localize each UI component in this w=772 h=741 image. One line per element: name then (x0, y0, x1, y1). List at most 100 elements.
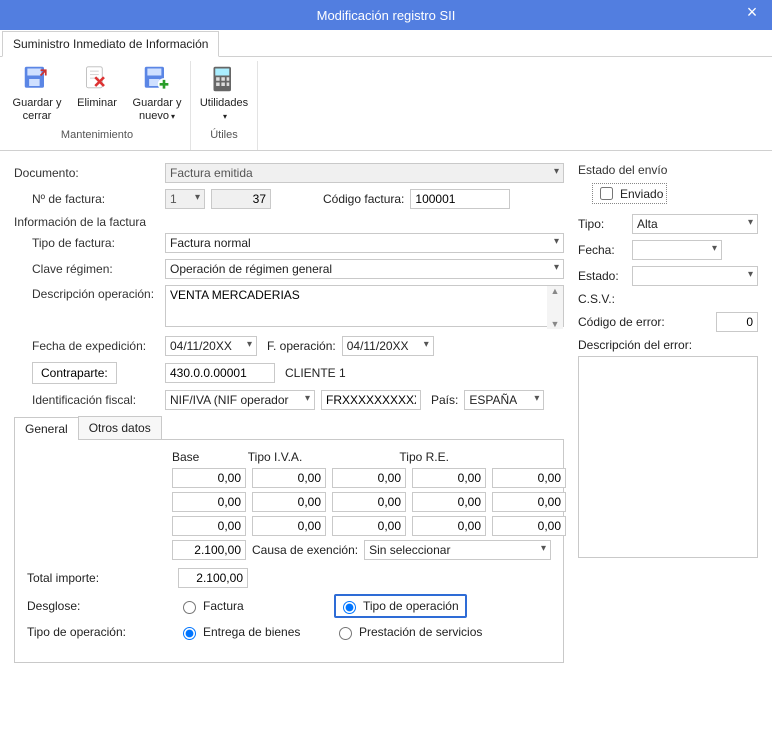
estado-estado-label: Estado: (578, 269, 628, 283)
desglose-tipo-op-radio[interactable]: Tipo de operación (334, 594, 467, 618)
tipo-iva-field[interactable] (252, 516, 326, 536)
base-field[interactable] (172, 468, 246, 488)
codfactura-label: Código factura: (323, 192, 404, 206)
id-fiscal-num-field[interactable] (321, 390, 421, 410)
nfactura-label: Nº de factura: (14, 192, 159, 206)
iva-field[interactable] (332, 516, 406, 536)
nfactura-serie-select[interactable]: 1 (165, 189, 205, 209)
window: Modificación registro SII × Suministro I… (0, 0, 772, 741)
tipo-op-entrega-radio[interactable]: Entrega de bienes (178, 624, 328, 640)
table-row-total: Causa de exención: Sin seleccionar (27, 540, 551, 560)
col-base: Base (172, 450, 248, 464)
total-importe-field[interactable] (178, 568, 248, 588)
delete-label: Eliminar (77, 97, 117, 125)
base-field[interactable] (172, 516, 246, 536)
pais-label: País: (431, 393, 458, 407)
ribbon-group-title-utiles: Útiles (210, 129, 238, 141)
estado-estado-select[interactable] (632, 266, 758, 286)
ribbon-group-mantenimiento: Guardar y cerrar Eliminar Guardar y nuev… (4, 61, 191, 150)
save-new-label: Guardar y nuevo▾ (132, 97, 182, 125)
tipo-op-prestacion-radio[interactable]: Prestación de servicios (334, 624, 482, 640)
desc-op-textarea[interactable] (165, 285, 564, 327)
right-column: Estado del envío Enviado Tipo: Alta Fech… (578, 163, 758, 733)
causa-exencion-label: Causa de exención: (252, 543, 358, 557)
ribbon-group-title-mantenimiento: Mantenimiento (61, 129, 133, 141)
enviado-checkbox[interactable]: Enviado (592, 183, 667, 204)
delete-icon (81, 63, 113, 95)
scroll-down-icon[interactable]: ▼ (551, 319, 560, 329)
pais-select[interactable]: ESPAÑA (464, 390, 544, 410)
total-base-field[interactable] (172, 540, 246, 560)
contraparte-button[interactable]: Contraparte: (32, 362, 117, 384)
tipo-factura-label: Tipo de factura: (14, 236, 159, 250)
tipo-re-field[interactable] (412, 516, 486, 536)
re-field[interactable] (492, 516, 566, 536)
utilities-button[interactable]: Utilidades▾ (199, 61, 249, 125)
tab-panel-general: Base Tipo I.V.A. Tipo R.E. (14, 440, 564, 663)
contraparte-code-field[interactable] (165, 363, 275, 383)
save-close-button[interactable]: Guardar y cerrar (12, 61, 62, 125)
estado-envio-header: Estado del envío (578, 163, 758, 177)
estado-csv-label: C.S.V.: (578, 292, 615, 306)
estado-fecha-label: Fecha: (578, 243, 628, 257)
re-field[interactable] (492, 468, 566, 488)
table-row (27, 468, 551, 488)
re-field[interactable] (492, 492, 566, 512)
cod-error-field[interactable] (716, 312, 758, 332)
ribbon-tab-strip: Suministro Inmediato de Información (0, 30, 772, 57)
estado-tipo-select[interactable]: Alta (632, 214, 758, 234)
causa-exencion-select[interactable]: Sin seleccionar (364, 540, 551, 560)
utilities-label: Utilidades▾ (200, 97, 248, 125)
col-tipo-re: Tipo R.E. (399, 450, 551, 464)
ribbon-group-utiles: Utilidades▾ Útiles (191, 61, 258, 150)
save-new-button[interactable]: Guardar y nuevo▾ (132, 61, 182, 125)
delete-button[interactable]: Eliminar (72, 61, 122, 125)
tipo-re-field[interactable] (412, 468, 486, 488)
ribbon-tab-sii[interactable]: Suministro Inmediato de Información (2, 31, 219, 57)
tipo-iva-field[interactable] (252, 492, 326, 512)
tipo-factura-select[interactable]: Factura normal (165, 233, 564, 253)
tipo-op-label: Tipo de operación: (27, 625, 172, 639)
desglose-factura-radio[interactable]: Factura (178, 598, 328, 614)
desc-error-box[interactable] (578, 356, 758, 558)
iva-field[interactable] (332, 492, 406, 512)
tab-otros-datos[interactable]: Otros datos (78, 416, 162, 439)
documento-select[interactable]: Factura emitida (165, 163, 564, 183)
tipo-re-field[interactable] (412, 492, 486, 512)
close-icon[interactable]: × (740, 2, 764, 23)
base-field[interactable] (172, 492, 246, 512)
desglose-label: Desglose: (27, 599, 172, 613)
fecha-op-field[interactable]: 04/11/20XX (342, 336, 434, 356)
disk-new-icon (141, 63, 173, 95)
left-column: Documento: Factura emitida Nº de factura… (14, 163, 564, 733)
table-row (27, 492, 551, 512)
fecha-exp-label: Fecha de expedición: (14, 339, 159, 353)
tab-general[interactable]: General (14, 417, 79, 440)
content-area: Documento: Factura emitida Nº de factura… (0, 151, 772, 741)
desc-op-label: Descripción operación: (14, 285, 159, 301)
table-row (27, 516, 551, 536)
id-fiscal-label: Identificación fiscal: (14, 393, 159, 407)
calculator-icon (208, 63, 240, 95)
fecha-exp-field[interactable]: 04/11/20XX (165, 336, 257, 356)
titlebar: Modificación registro SII × (0, 0, 772, 30)
save-close-label: Guardar y cerrar (12, 97, 62, 125)
disk-close-icon (21, 63, 53, 95)
codfactura-field[interactable] (410, 189, 510, 209)
ribbon: Guardar y cerrar Eliminar Guardar y nuev… (0, 57, 772, 151)
info-factura-header: Información de la factura (14, 215, 564, 229)
desc-error-label: Descripción del error: (578, 338, 692, 352)
clave-regimen-select[interactable]: Operación de régimen general (165, 259, 564, 279)
id-fiscal-tipo-select[interactable]: NIF/IVA (NIF operador (165, 390, 315, 410)
clave-regimen-label: Clave régimen: (14, 262, 159, 276)
scroll-up-icon[interactable]: ▲ (551, 286, 560, 296)
estado-tipo-label: Tipo: (578, 217, 628, 231)
subtabs: General Otros datos (14, 416, 564, 440)
nfactura-num-field[interactable] (211, 189, 271, 209)
cod-error-label: Código de error: (578, 315, 712, 329)
iva-field[interactable] (332, 468, 406, 488)
estado-fecha-field[interactable] (632, 240, 722, 260)
tipo-iva-field[interactable] (252, 468, 326, 488)
documento-label: Documento: (14, 166, 159, 180)
contraparte-name: CLIENTE 1 (281, 366, 346, 380)
